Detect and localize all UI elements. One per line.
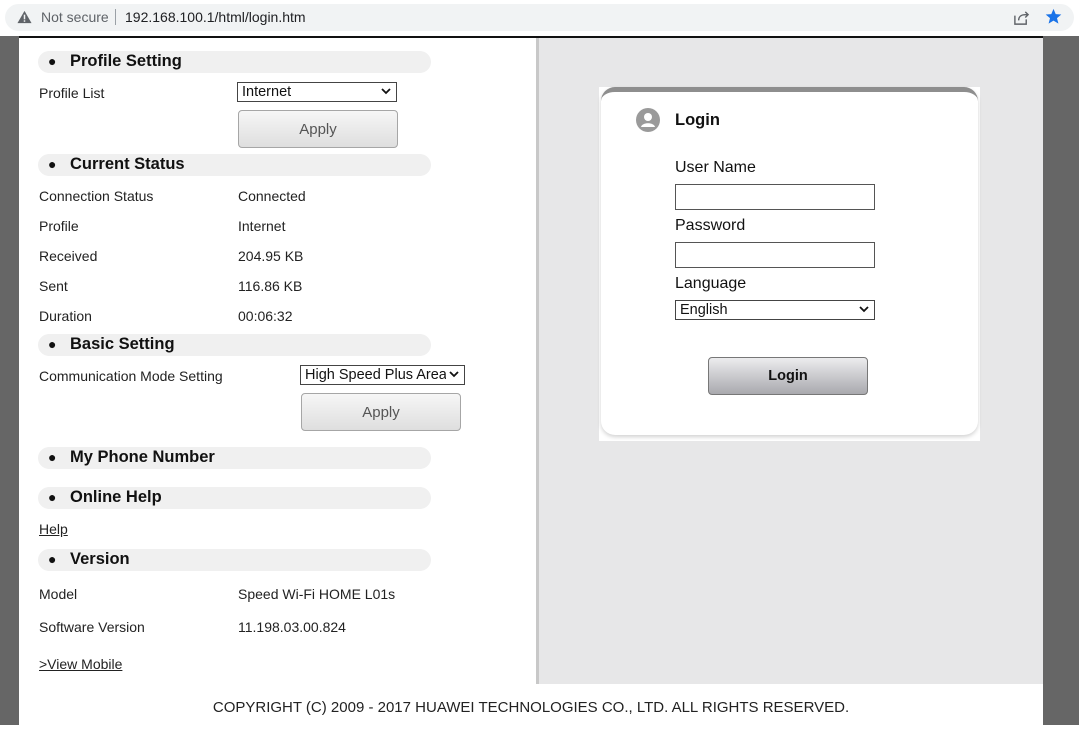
communication-mode-selected: High Speed Plus Area [305, 367, 446, 383]
status-label: Sent [39, 278, 68, 294]
language-selected: English [680, 302, 728, 318]
software-version-value: 11.198.03.00.824 [238, 619, 346, 635]
section-header-version: ● Version [38, 549, 431, 571]
footer: COPYRIGHT (C) 2009 - 2017 HUAWEI TECHNOL… [19, 684, 1043, 725]
chevron-down-icon [859, 306, 869, 313]
view-mobile-link[interactable]: >View Mobile [39, 656, 122, 672]
bullet: ● [48, 449, 57, 465]
status-label: Profile [39, 218, 79, 234]
browser-address-bar: Not secure 192.168.100.1/html/login.htm [0, 0, 1079, 36]
section-title: Online Help [70, 488, 162, 506]
profile-list-selected: Internet [242, 84, 292, 100]
status-label: Connection Status [39, 188, 154, 204]
bullet: ● [48, 156, 57, 172]
section-title: Basic Setting [70, 335, 175, 353]
bullet: ● [48, 336, 57, 352]
section-title: Version [70, 550, 130, 568]
login-title: Login [675, 111, 720, 129]
warning-icon[interactable] [17, 10, 32, 24]
url-text[interactable]: 192.168.100.1/html/login.htm [125, 9, 306, 25]
language-select[interactable]: English [675, 300, 875, 320]
profile-list-select[interactable]: Internet [237, 82, 397, 102]
chevron-down-icon [449, 371, 459, 378]
section-header-basic-setting: ● Basic Setting [38, 334, 431, 356]
language-label: Language [675, 275, 747, 292]
software-version-label: Software Version [39, 619, 145, 635]
login-panel: Login User Name Password Language Englis… [539, 38, 1043, 684]
login-card: Login User Name Password Language Englis… [601, 87, 978, 435]
bullet: ● [48, 53, 57, 69]
password-label: Password [675, 217, 746, 234]
basic-setting-apply-button[interactable]: Apply [301, 393, 461, 431]
status-label: Received [39, 248, 98, 264]
model-value: Speed Wi-Fi HOME L01s [238, 586, 396, 602]
profile-apply-button[interactable]: Apply [238, 110, 398, 148]
status-panel: ● Profile Setting Profile List Internet … [19, 38, 536, 684]
login-button[interactable]: Login [708, 357, 868, 395]
user-icon [636, 108, 660, 132]
status-value: Internet [238, 218, 286, 234]
copyright-text: COPYRIGHT (C) 2009 - 2017 HUAWEI TECHNOL… [212, 699, 850, 716]
right-gutter [1043, 36, 1079, 725]
login-box: Login User Name Password Language Englis… [599, 87, 980, 441]
left-gutter [0, 36, 19, 725]
section-title: Profile Setting [70, 52, 182, 70]
status-value: 116.86 KB [238, 278, 303, 294]
status-value: Connected [238, 188, 306, 204]
communication-mode-label: Communication Mode Setting [39, 368, 223, 384]
bullet: ● [48, 489, 57, 505]
address-separator [115, 9, 116, 25]
share-icon[interactable] [1013, 9, 1030, 26]
section-header-online-help: ● Online Help [38, 487, 431, 509]
username-input[interactable] [675, 184, 875, 210]
status-value: 204.95 KB [238, 248, 304, 264]
bullet: ● [48, 551, 57, 567]
help-link[interactable]: Help [39, 521, 68, 537]
communication-mode-select[interactable]: High Speed Plus Area [300, 365, 465, 385]
chevron-down-icon [381, 88, 391, 95]
username-label: User Name [675, 159, 756, 176]
section-header-profile-setting: ● Profile Setting [38, 51, 431, 73]
section-header-current-status: ● Current Status [38, 154, 431, 176]
status-value: 00:06:32 [238, 308, 293, 324]
status-label: Duration [39, 308, 92, 324]
section-title: My Phone Number [70, 448, 215, 466]
model-label: Model [39, 586, 78, 602]
password-input[interactable] [675, 242, 875, 268]
profile-list-label: Profile List [39, 85, 105, 101]
section-title: Current Status [70, 155, 185, 173]
security-status-label[interactable]: Not secure [41, 9, 109, 25]
star-icon[interactable] [1045, 8, 1062, 25]
section-header-my-phone-number[interactable]: ● My Phone Number [38, 447, 431, 469]
